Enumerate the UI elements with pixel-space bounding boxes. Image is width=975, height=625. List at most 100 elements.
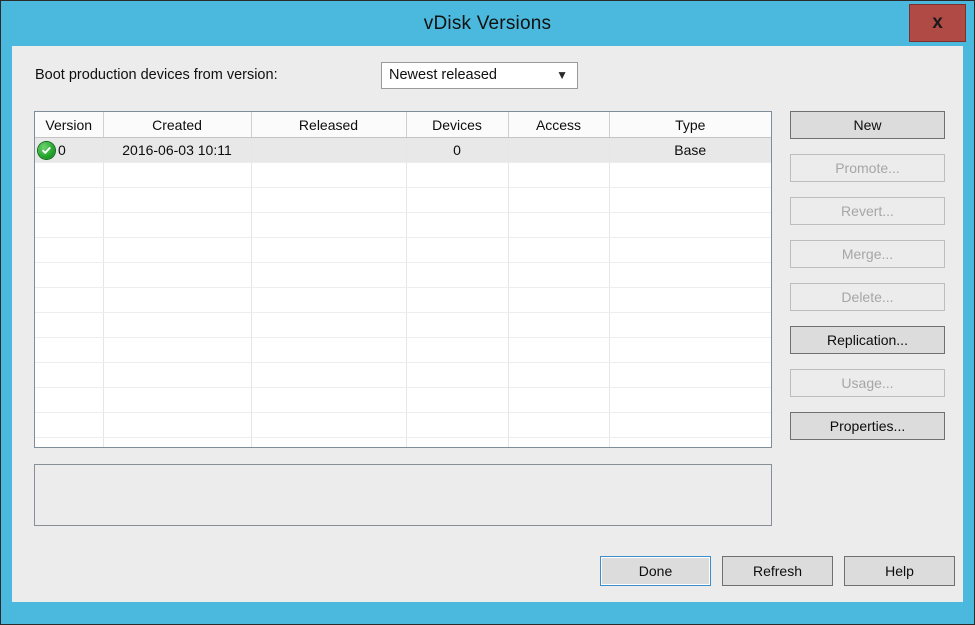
cell-released bbox=[251, 137, 407, 163]
boot-version-label: Boot production devices from version: bbox=[35, 67, 278, 83]
column-header-type[interactable]: Type bbox=[609, 112, 771, 138]
cell-empty bbox=[35, 212, 104, 238]
cell-empty bbox=[35, 187, 104, 213]
table-row-empty[interactable] bbox=[35, 237, 771, 263]
cell-empty bbox=[406, 312, 509, 338]
table-row-empty[interactable] bbox=[35, 312, 771, 338]
versions-table[interactable]: Version Created Released Devices Access … bbox=[34, 111, 772, 448]
column-header-version[interactable]: Version bbox=[35, 112, 104, 138]
green-check-icon bbox=[38, 141, 55, 159]
close-icon[interactable]: x bbox=[909, 4, 966, 42]
table-row-empty[interactable] bbox=[35, 287, 771, 313]
column-header-created[interactable]: Created bbox=[103, 112, 252, 138]
cell-empty bbox=[251, 187, 407, 213]
cell-empty bbox=[103, 362, 252, 388]
done-button[interactable]: Done bbox=[600, 556, 711, 586]
table-row-empty[interactable] bbox=[35, 412, 771, 438]
dialog-footer: Done Refresh Help bbox=[12, 556, 963, 596]
table-row-empty[interactable] bbox=[35, 212, 771, 238]
cell-empty bbox=[406, 287, 509, 313]
usage-button: Usage... bbox=[790, 369, 945, 397]
cell-empty bbox=[609, 337, 771, 363]
cell-empty bbox=[251, 437, 407, 447]
cell-empty bbox=[609, 162, 771, 188]
boot-version-select[interactable]: Newest released ▼ bbox=[381, 62, 578, 89]
cell-empty bbox=[508, 362, 610, 388]
cell-empty bbox=[508, 387, 610, 413]
cell-empty bbox=[103, 162, 252, 188]
cell-empty bbox=[508, 337, 610, 363]
cell-empty bbox=[103, 237, 252, 263]
delete-button: Delete... bbox=[790, 283, 945, 311]
cell-empty bbox=[251, 412, 407, 438]
cell-empty bbox=[35, 162, 104, 188]
cell-empty bbox=[103, 412, 252, 438]
cell-empty bbox=[35, 312, 104, 338]
cell-devices: 0 bbox=[406, 137, 509, 163]
cell-empty bbox=[35, 287, 104, 313]
boot-version-selected-value: Newest released bbox=[389, 67, 497, 83]
cell-access bbox=[508, 137, 610, 163]
cell-empty bbox=[103, 337, 252, 363]
help-button[interactable]: Help bbox=[844, 556, 955, 586]
cell-empty bbox=[251, 362, 407, 388]
dialog-body: Boot production devices from version: Ne… bbox=[12, 46, 963, 602]
replication-button[interactable]: Replication... bbox=[790, 326, 945, 354]
cell-empty bbox=[609, 212, 771, 238]
cell-type: Base bbox=[609, 137, 771, 163]
cell-empty bbox=[251, 162, 407, 188]
cell-empty bbox=[103, 312, 252, 338]
cell-empty bbox=[609, 412, 771, 438]
cell-empty bbox=[251, 287, 407, 313]
cell-empty bbox=[508, 262, 610, 288]
cell-empty bbox=[508, 312, 610, 338]
title-bar: vDisk Versions x bbox=[1, 1, 974, 46]
cell-empty bbox=[406, 362, 509, 388]
cell-empty bbox=[609, 437, 771, 447]
new-button[interactable]: New bbox=[790, 111, 945, 139]
chevron-down-icon: ▼ bbox=[556, 68, 568, 82]
properties-button[interactable]: Properties... bbox=[790, 412, 945, 440]
cell-empty bbox=[103, 262, 252, 288]
cell-empty bbox=[609, 312, 771, 338]
column-header-released[interactable]: Released bbox=[251, 112, 407, 138]
cell-empty bbox=[609, 287, 771, 313]
table-row-empty[interactable] bbox=[35, 262, 771, 288]
cell-empty bbox=[35, 237, 104, 263]
cell-empty bbox=[508, 237, 610, 263]
description-panel bbox=[34, 464, 772, 526]
cell-empty bbox=[406, 412, 509, 438]
cell-empty bbox=[609, 387, 771, 413]
refresh-button[interactable]: Refresh bbox=[722, 556, 833, 586]
table-row[interactable]: 0 2016-06-03 10:11 0 Base bbox=[35, 137, 771, 163]
column-header-access[interactable]: Access bbox=[508, 112, 610, 138]
page-title: vDisk Versions bbox=[423, 13, 552, 34]
table-row-empty[interactable] bbox=[35, 437, 771, 447]
cell-empty bbox=[251, 212, 407, 238]
cell-empty bbox=[508, 437, 610, 447]
cell-empty bbox=[406, 162, 509, 188]
table-row-empty[interactable] bbox=[35, 162, 771, 188]
cell-empty bbox=[508, 162, 610, 188]
cell-empty bbox=[35, 387, 104, 413]
cell-empty bbox=[35, 437, 104, 447]
cell-empty bbox=[103, 212, 252, 238]
cell-empty bbox=[251, 262, 407, 288]
cell-empty bbox=[406, 262, 509, 288]
cell-empty bbox=[609, 262, 771, 288]
table-empty-rows bbox=[35, 162, 771, 447]
cell-version: 0 bbox=[35, 137, 104, 163]
column-header-devices[interactable]: Devices bbox=[406, 112, 509, 138]
table-row-empty[interactable] bbox=[35, 187, 771, 213]
cell-empty bbox=[508, 212, 610, 238]
table-row-empty[interactable] bbox=[35, 337, 771, 363]
table-row-empty[interactable] bbox=[35, 387, 771, 413]
merge-button: Merge... bbox=[790, 240, 945, 268]
cell-empty bbox=[103, 187, 252, 213]
cell-empty bbox=[103, 287, 252, 313]
table-row-empty[interactable] bbox=[35, 362, 771, 388]
cell-empty bbox=[406, 337, 509, 363]
cell-empty bbox=[508, 287, 610, 313]
cell-empty bbox=[251, 312, 407, 338]
cell-empty bbox=[35, 362, 104, 388]
